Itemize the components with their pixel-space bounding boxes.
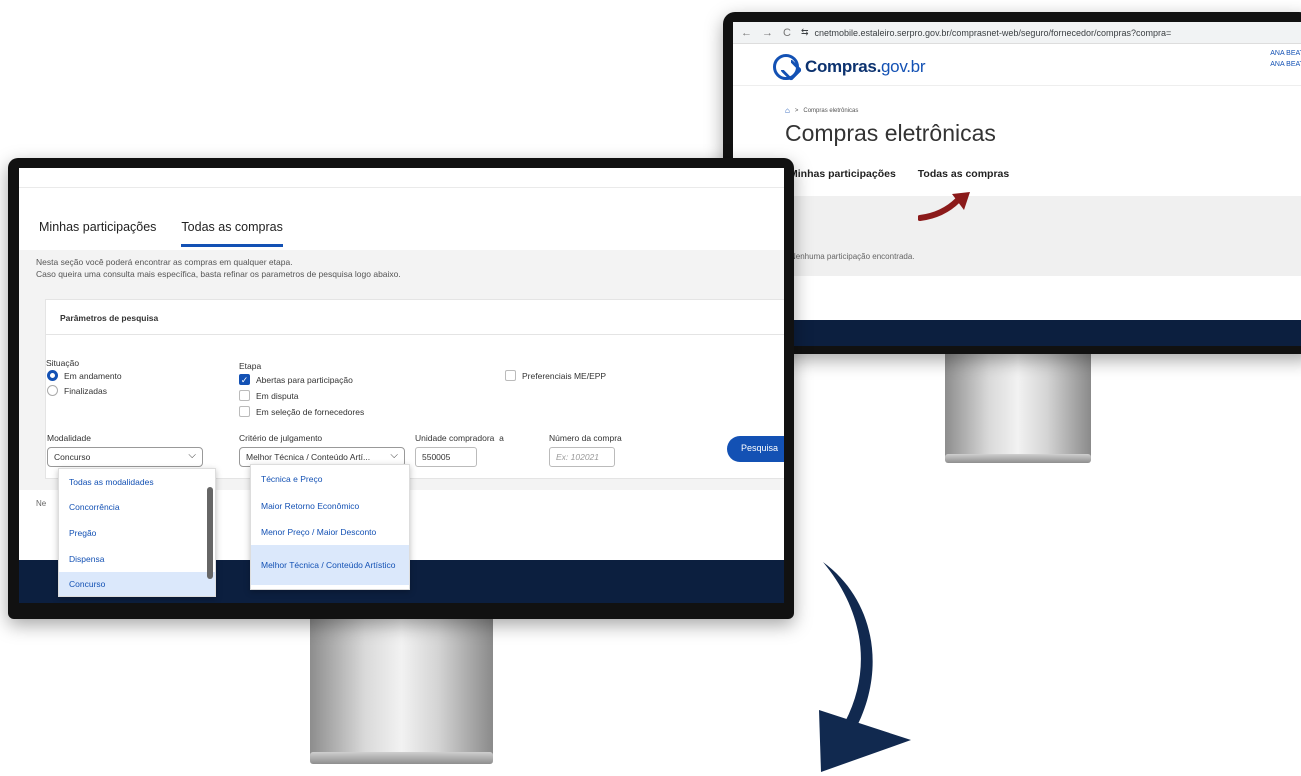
checkbox-label: Abertas para participação	[256, 374, 353, 385]
forward-arrow-icon[interactable]: →	[762, 27, 773, 39]
criterio-label: Critério de julgamento	[239, 433, 323, 443]
user-info[interactable]: ANA BEATR ANA BEATR	[1270, 48, 1301, 70]
scrollbar-thumb[interactable]	[207, 487, 213, 579]
back-monitor-screen: ← → C ⇆ cnetmobile.estaleiro.serpro.gov.…	[733, 22, 1301, 346]
empty-message: Nenhuma participação encontrada.	[790, 252, 915, 261]
front-monitor-screen: Minhas participações Todas as compras Ne…	[19, 168, 784, 603]
front-monitor-stand	[310, 617, 493, 755]
radio-em-andamento[interactable]: Em andamento	[47, 370, 122, 381]
situacao-label: Situação	[46, 358, 80, 368]
dropdown-option[interactable]: Concorrência	[59, 494, 215, 520]
radio-label: Em andamento	[64, 370, 122, 381]
breadcrumb: ⌂ > Compras eletrônicas	[785, 106, 858, 115]
dropdown-option[interactable]: Maior Retorno Econômico	[251, 493, 409, 519]
logo-domain: gov.br	[881, 57, 926, 76]
top-strip	[19, 168, 784, 188]
checkbox-label: Preferenciais ME/EPP	[522, 370, 607, 381]
unidade-suffix: a	[499, 433, 504, 443]
front-monitor: Minhas participações Todas as compras Ne…	[8, 158, 794, 619]
chevron-down-icon: ⌵	[390, 450, 398, 461]
page-title: Compras eletrônicas	[785, 120, 996, 146]
panel-header: Parâmetros de pesquisa	[46, 300, 784, 335]
intro-line: Caso queira uma consulta mais específica…	[36, 269, 401, 279]
back-arrow-icon[interactable]: ←	[741, 27, 752, 39]
panel-title: Parâmetros de pesquisa	[60, 313, 159, 323]
checkbox-em-disputa[interactable]: Em disputa	[239, 390, 299, 401]
breadcrumb-separator: >	[794, 107, 799, 114]
partial-text: Ne	[36, 499, 47, 508]
dropdown-option[interactable]: Todas as modalidades	[59, 469, 215, 494]
url-field[interactable]: ⇆ cnetmobile.estaleiro.serpro.gov.br/com…	[801, 27, 1171, 38]
dropdown-option[interactable]: Dispensa	[59, 546, 215, 572]
tab-todas-as-compras[interactable]: Todas as compras	[181, 220, 283, 247]
footer	[733, 320, 1301, 346]
dropdown-option[interactable]: Pregão	[59, 520, 215, 546]
home-icon[interactable]: ⌂	[785, 106, 790, 115]
site-header: Compras.gov.br ANA BEATR ANA BEATR	[733, 44, 1301, 86]
tab-todas-as-compras[interactable]: Todas as compras	[918, 168, 1009, 180]
radio-button[interactable]	[47, 370, 58, 381]
browser-address-bar: ← → C ⇆ cnetmobile.estaleiro.serpro.gov.…	[733, 22, 1301, 44]
tab-minhas-participacoes[interactable]: Minhas participações	[789, 168, 896, 180]
dropdown-option-selected[interactable]: Melhor Técnica / Conteúdo Artístico	[251, 545, 409, 585]
compras-logo-icon	[773, 54, 799, 80]
dropdown-option-selected[interactable]: Concurso	[59, 572, 215, 596]
criterio-value: Melhor Técnica / Conteúdo Artí...	[246, 452, 371, 462]
results-area	[733, 196, 1301, 276]
checkbox-em-selecao[interactable]: Em seleção de fornecedores	[239, 406, 364, 417]
reload-icon[interactable]: C	[783, 27, 791, 39]
dropdown-option[interactable]: Técnica e Preço	[251, 465, 409, 493]
compras-logo[interactable]: Compras.gov.br	[773, 54, 926, 80]
dropdown-option[interactable]: Menor Preço / Maior Desconto	[251, 519, 409, 545]
user-name-line: ANA BEATR	[1270, 50, 1301, 57]
tab-bar: Minhas participações Todas as compras	[39, 220, 283, 247]
intro-text: Nesta seção você poderá encontrar as com…	[36, 256, 401, 280]
checkbox[interactable]	[505, 370, 516, 381]
search-button[interactable]: Pesquisa	[727, 436, 784, 462]
checkbox[interactable]	[239, 406, 250, 417]
logo-name: Compras.	[805, 57, 882, 76]
modalidade-select[interactable]: Concurso ⌵	[47, 447, 203, 467]
user-name-line-2: ANA BEATR	[1270, 61, 1301, 68]
red-curved-arrow-icon	[918, 192, 970, 221]
blue-curved-arrow-icon	[819, 562, 911, 772]
unidade-input[interactable]: 550005	[415, 447, 477, 467]
numero-input[interactable]: Ex: 102021	[549, 447, 615, 467]
compras-logo-text: Compras.gov.br	[805, 57, 926, 77]
checkbox-checked[interactable]: ✓	[239, 374, 250, 385]
checkbox[interactable]	[239, 390, 250, 401]
unidade-label: Unidade compradora a	[415, 433, 504, 443]
breadcrumb-current: Compras eletrônicas	[803, 107, 859, 114]
url-text: cnetmobile.estaleiro.serpro.gov.br/compr…	[814, 27, 1172, 38]
front-monitor-stand-base	[310, 752, 493, 764]
tab-bar: Minhas participações Todas as compras	[789, 168, 1009, 180]
checkbox-label: Em seleção de fornecedores	[256, 406, 365, 417]
chevron-down-icon: ⌵	[188, 450, 196, 461]
criterio-dropdown: Técnica e Preço Maior Retorno Econômico …	[250, 464, 410, 590]
etapa-label: Etapa	[239, 361, 262, 371]
modalidade-label: Modalidade	[47, 433, 91, 443]
checkbox-abertas[interactable]: ✓ Abertas para participação	[239, 374, 353, 385]
radio-label: Finalizadas	[64, 385, 107, 396]
intro-line: Nesta seção você poderá encontrar as com…	[36, 257, 293, 267]
numero-label: Número da compra	[549, 433, 622, 443]
back-monitor: ← → C ⇆ cnetmobile.estaleiro.serpro.gov.…	[723, 12, 1301, 354]
radio-finalizadas[interactable]: Finalizadas	[47, 385, 107, 396]
site-info-icon[interactable]: ⇆	[801, 27, 809, 38]
modalidade-value: Concurso	[54, 452, 91, 462]
radio-button[interactable]	[47, 385, 58, 396]
checkbox-preferenciais[interactable]: Preferenciais ME/EPP	[505, 370, 606, 381]
modalidade-dropdown: Todas as modalidades Concorrência Pregão…	[58, 468, 216, 597]
dropdown-scrollbar[interactable]	[207, 473, 213, 592]
back-monitor-stand-base	[945, 454, 1091, 463]
tab-minhas-participacoes[interactable]: Minhas participações	[39, 220, 156, 247]
unidade-label-text: Unidade compradora	[415, 433, 495, 443]
checkbox-label: Em disputa	[256, 390, 299, 401]
back-monitor-stand	[945, 352, 1091, 458]
